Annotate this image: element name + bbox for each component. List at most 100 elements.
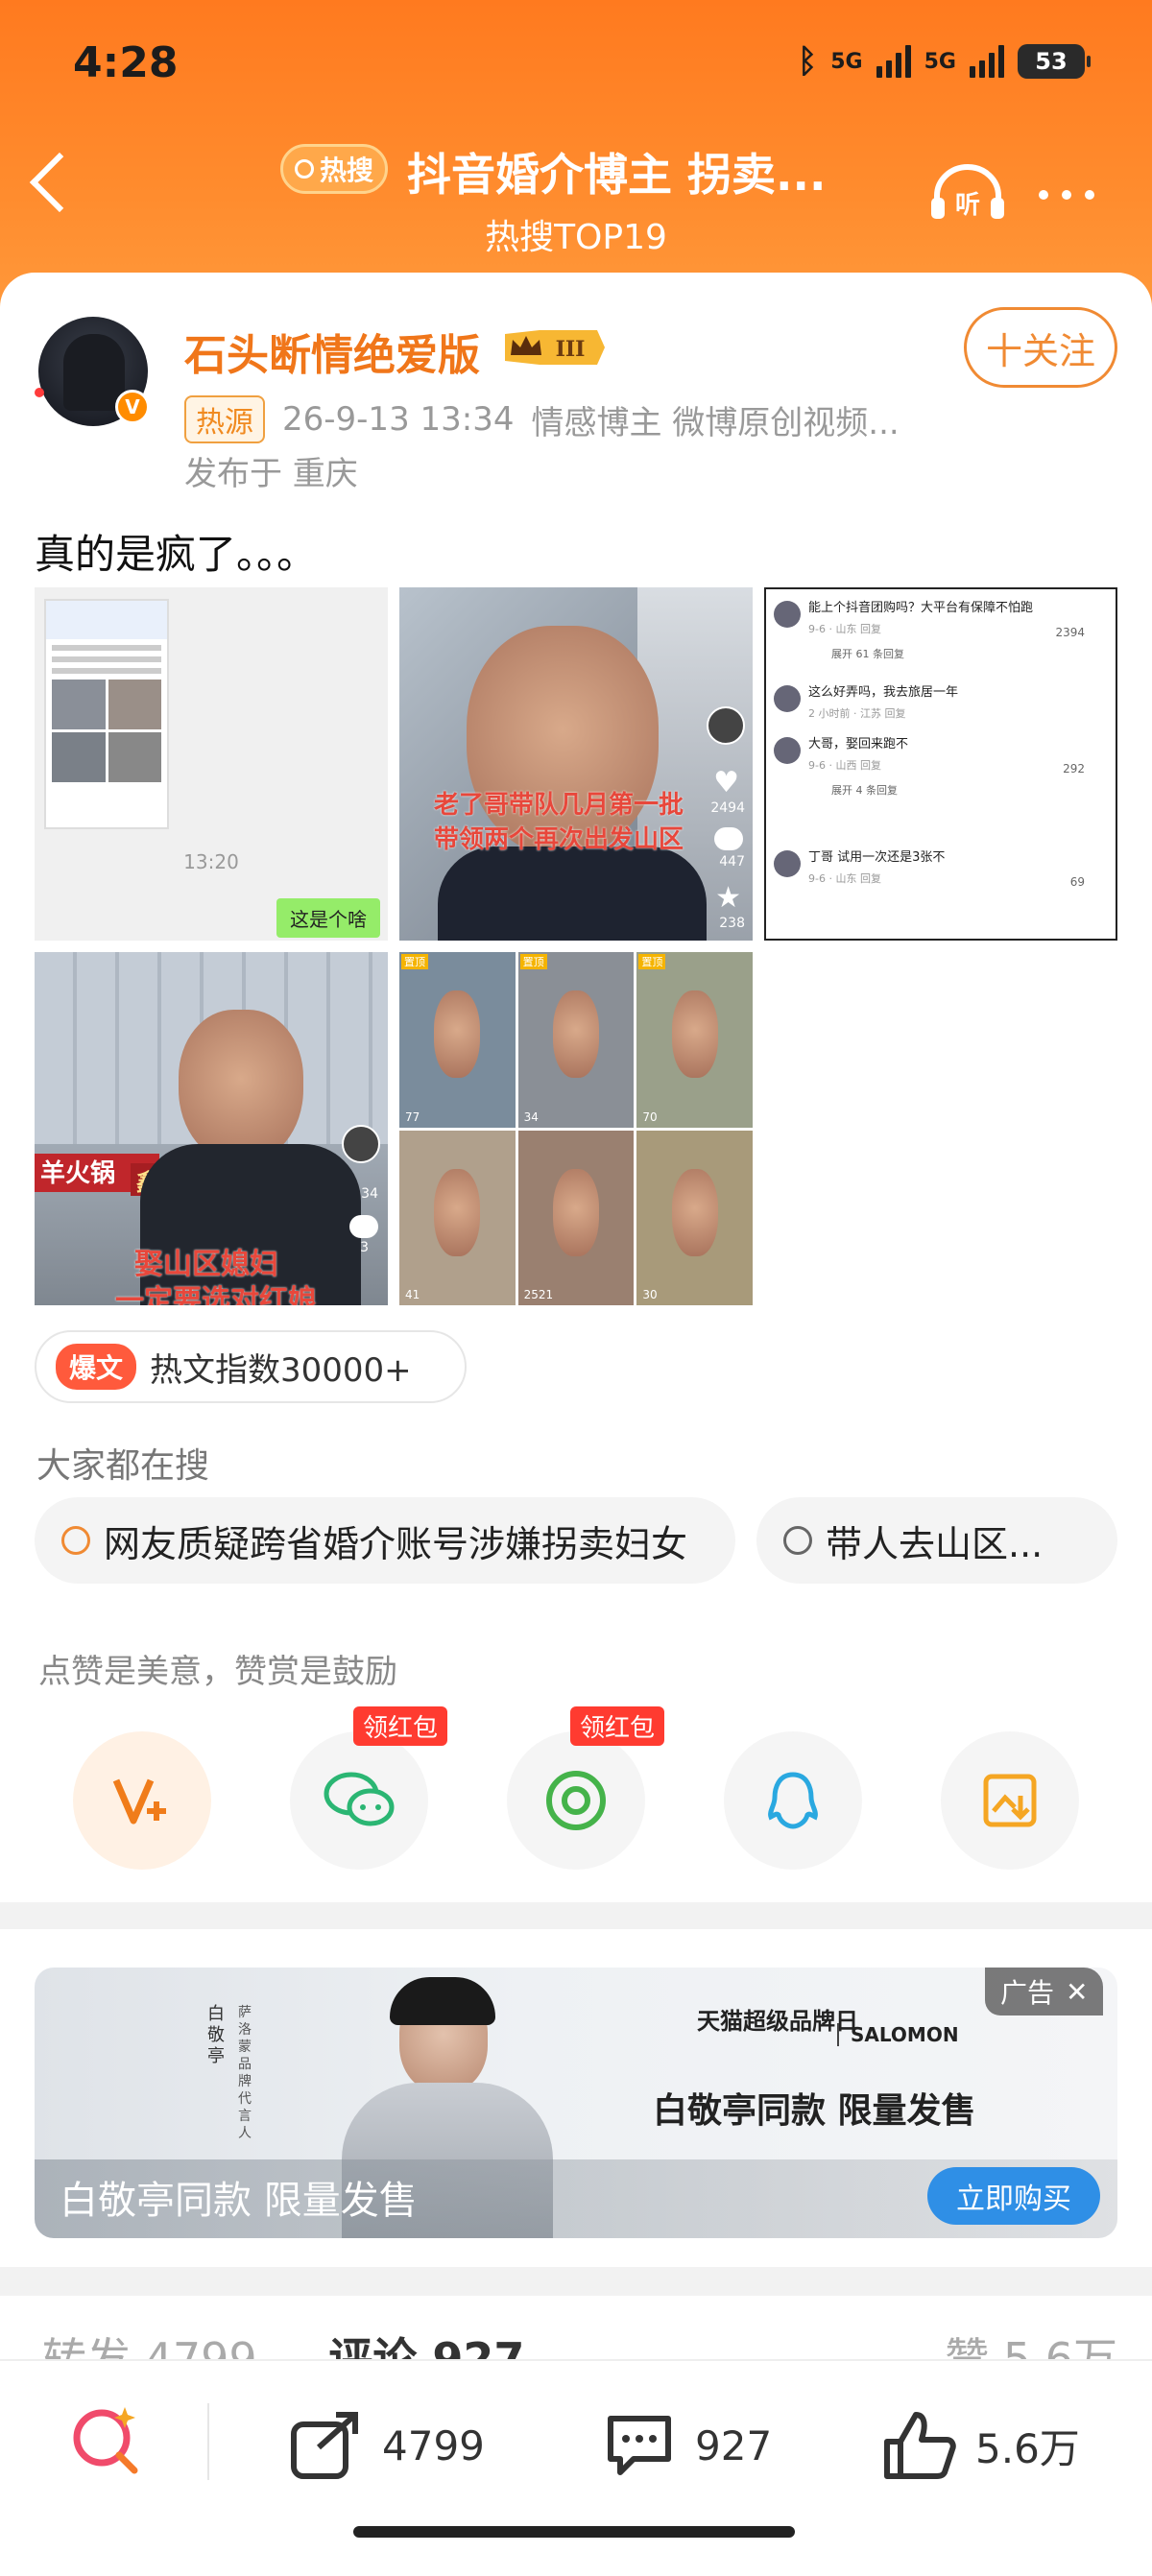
video-grid: 置顶 77 置顶 34 置顶 70 41 2521 30: [399, 952, 753, 1305]
battery-icon: 53: [1018, 44, 1091, 79]
commenter-avatar: [774, 601, 801, 628]
repost-button[interactable]: 4799: [288, 2409, 485, 2482]
comment-expand: 展开 61 条回复: [831, 648, 904, 660]
net-label-1: 5G: [830, 49, 863, 74]
close-icon[interactable]: ✕: [1066, 1976, 1088, 2008]
hot-source-tag: 热源: [184, 395, 265, 443]
image-thumb-1[interactable]: 13:20 这是个啥: [35, 587, 388, 941]
video-face: [671, 1168, 718, 1256]
wechat-share-button[interactable]: [290, 1731, 428, 1870]
chat-time: 13:20: [183, 850, 239, 873]
red-packet-tag-2: 领红包: [570, 1706, 665, 1746]
comment-likes: 2394: [1055, 626, 1085, 639]
image-thumb-5[interactable]: 置顶 77 置顶 34 置顶 70 41 2521 30: [399, 952, 753, 1305]
comment-count: 447: [719, 854, 745, 870]
ad-brand-logo-2: SALOMON: [837, 2023, 959, 2046]
ad-tag-label: 广告: [1000, 1977, 1055, 2009]
wechat-icon: [324, 1772, 395, 1826]
video-cell: 置顶 70: [636, 952, 753, 1128]
like-count: 2494: [710, 800, 745, 816]
home-indicator[interactable]: [353, 2526, 795, 2538]
ad-headline: 白敬亭同款 限量发售: [653, 2091, 976, 2131]
image-thumb-4[interactable]: 羊火锅 鑫雅 娶山区媳妇 一定要选对红娘 34 3: [35, 952, 388, 1305]
video-cell: 2521: [517, 1130, 635, 1305]
ai-search-icon[interactable]: [63, 2399, 150, 2486]
hot-badge-label: 热搜: [319, 155, 373, 186]
commenter-avatar: [774, 737, 801, 764]
post-text: 真的是疯了。。。: [35, 531, 318, 578]
save-image-button[interactable]: [941, 1731, 1079, 1870]
comment-text: 能上个抖音团购吗？大平台有保障不怕跑: [808, 601, 1034, 615]
search-suggestion-2[interactable]: 带人去山区...: [756, 1497, 1117, 1584]
search-suggestion-1-label: 网友质疑跨省婚介账号涉嫌拐卖妇女: [104, 1522, 688, 1565]
comment-button[interactable]: 927: [601, 2409, 772, 2482]
video-face: [434, 990, 481, 1079]
save-image-icon: [983, 1774, 1037, 1827]
moments-share-button[interactable]: [507, 1731, 645, 1870]
reward-label: 点赞是美意，赞赏是鼓励: [38, 1653, 397, 1691]
comment-meta: 9-6 · 山东 回复: [808, 872, 881, 885]
search-suggestion-1[interactable]: 网友质疑跨省婚介账号涉嫌拐卖妇女: [35, 1497, 735, 1584]
everyone-searching-label: 大家都在搜: [36, 1446, 210, 1486]
like-count-bottom: 5.6万: [975, 2424, 1080, 2472]
video-cell: 置顶 77: [399, 952, 516, 1128]
video-like-count: 77: [405, 1109, 420, 1124]
red-dot: [35, 388, 44, 397]
headphones-icon[interactable]: 听: [927, 163, 1008, 221]
video-face: [434, 1168, 481, 1256]
comment-count: 927: [695, 2421, 773, 2469]
video-face: [552, 1168, 600, 1256]
more-menu-icon[interactable]: [1039, 190, 1094, 200]
video-cell: 41: [399, 1130, 516, 1305]
author-name[interactable]: 石头断情绝爱版: [184, 321, 480, 382]
ad-banner[interactable]: 白敬亭 萨洛蒙品牌代言人 天猫超级品牌日 SALOMON 白敬亭同款 限量发售 …: [35, 1968, 1117, 2238]
comment-row: 能上个抖音团购吗？大平台有保障不怕跑 9-6 · 山东 回复 2394 展开 61 条…: [774, 597, 1108, 661]
video-like-count: 70: [642, 1109, 658, 1124]
post-meta: 热源 26-9-13 13:34 情感博主 微博原创视频...: [184, 395, 900, 443]
comment-text: 丁哥 试用一次还是3张不: [808, 850, 946, 865]
repost-count: 4799: [382, 2421, 485, 2469]
favorite-count: 238: [719, 916, 745, 931]
qq-share-button[interactable]: [724, 1731, 862, 1870]
buy-now-button[interactable]: 立即购买: [927, 2167, 1100, 2225]
comment-icon: [714, 827, 743, 850]
commenter-avatar: [774, 850, 801, 877]
like-button[interactable]: 5.6万: [881, 2409, 1080, 2482]
hot-index-chip[interactable]: 爆文 热文指数30000+: [35, 1330, 467, 1403]
pinned-tag: 置顶: [638, 954, 666, 969]
v-plus-icon: [112, 1778, 166, 1825]
comment-row: 大哥，娶回来跑不 9-6 · 山西 回复 292 展开 4 条回复: [774, 733, 1108, 798]
toolbar-divider: [207, 2403, 209, 2480]
video-like-count: 30: [642, 1288, 658, 1301]
qq-icon: [768, 1772, 818, 1829]
overlay-text-1: 老了哥带队几月第一批: [434, 791, 684, 820]
comment-icon-2: [349, 1215, 378, 1238]
image-thumb-3[interactable]: 能上个抖音团购吗？大平台有保障不怕跑 9-6 · 山东 回复 2394 展开 61 条…: [764, 587, 1117, 941]
share-icon: [291, 2412, 358, 2479]
reward-v-button[interactable]: [73, 1731, 211, 1870]
comment-bubble-icon: [608, 2416, 671, 2475]
level-label: III: [556, 337, 586, 362]
comment-text: 这么好弄吗，我去旅居一年: [808, 685, 959, 700]
ad-side-caption: 萨洛蒙品牌代言人: [238, 2005, 252, 2141]
image-thumb-2[interactable]: 老了哥带队几月第一批 带领两个再次出发山区 ♥ 2494 447 ★ 238: [399, 587, 753, 941]
commenter-avatar: [774, 685, 801, 712]
hot-search-badge[interactable]: 热搜: [280, 144, 388, 194]
signal-icon-2: [970, 45, 1004, 78]
thumbs-up-icon: [884, 2412, 956, 2479]
level-badge-icon: III: [505, 330, 605, 365]
listen-label: 听: [955, 191, 980, 220]
video-like-count: 34: [523, 1109, 539, 1124]
page-title: 抖音婚介博主 拐卖...: [407, 149, 827, 201]
post-location: 发布于 重庆: [184, 455, 358, 493]
post-source: 情感博主 微博原创视频...: [531, 403, 900, 442]
overlay-text-4: 一定要选对红娘: [115, 1284, 317, 1305]
bluetooth-icon: ᛒ: [797, 42, 818, 81]
interaction-tabs: 转发 4799 评论 927 赞 5.6万: [42, 2325, 1117, 2363]
follow-button[interactable]: 十关注: [964, 307, 1117, 388]
like-tab[interactable]: 赞 5.6万: [945, 2325, 1117, 2363]
video-like-count: 41: [405, 1288, 420, 1301]
hot-article-badge: 爆文: [56, 1344, 137, 1390]
ad-tag[interactable]: 广告 ✕: [985, 1968, 1104, 2015]
like-count-2: 34: [361, 1186, 378, 1202]
